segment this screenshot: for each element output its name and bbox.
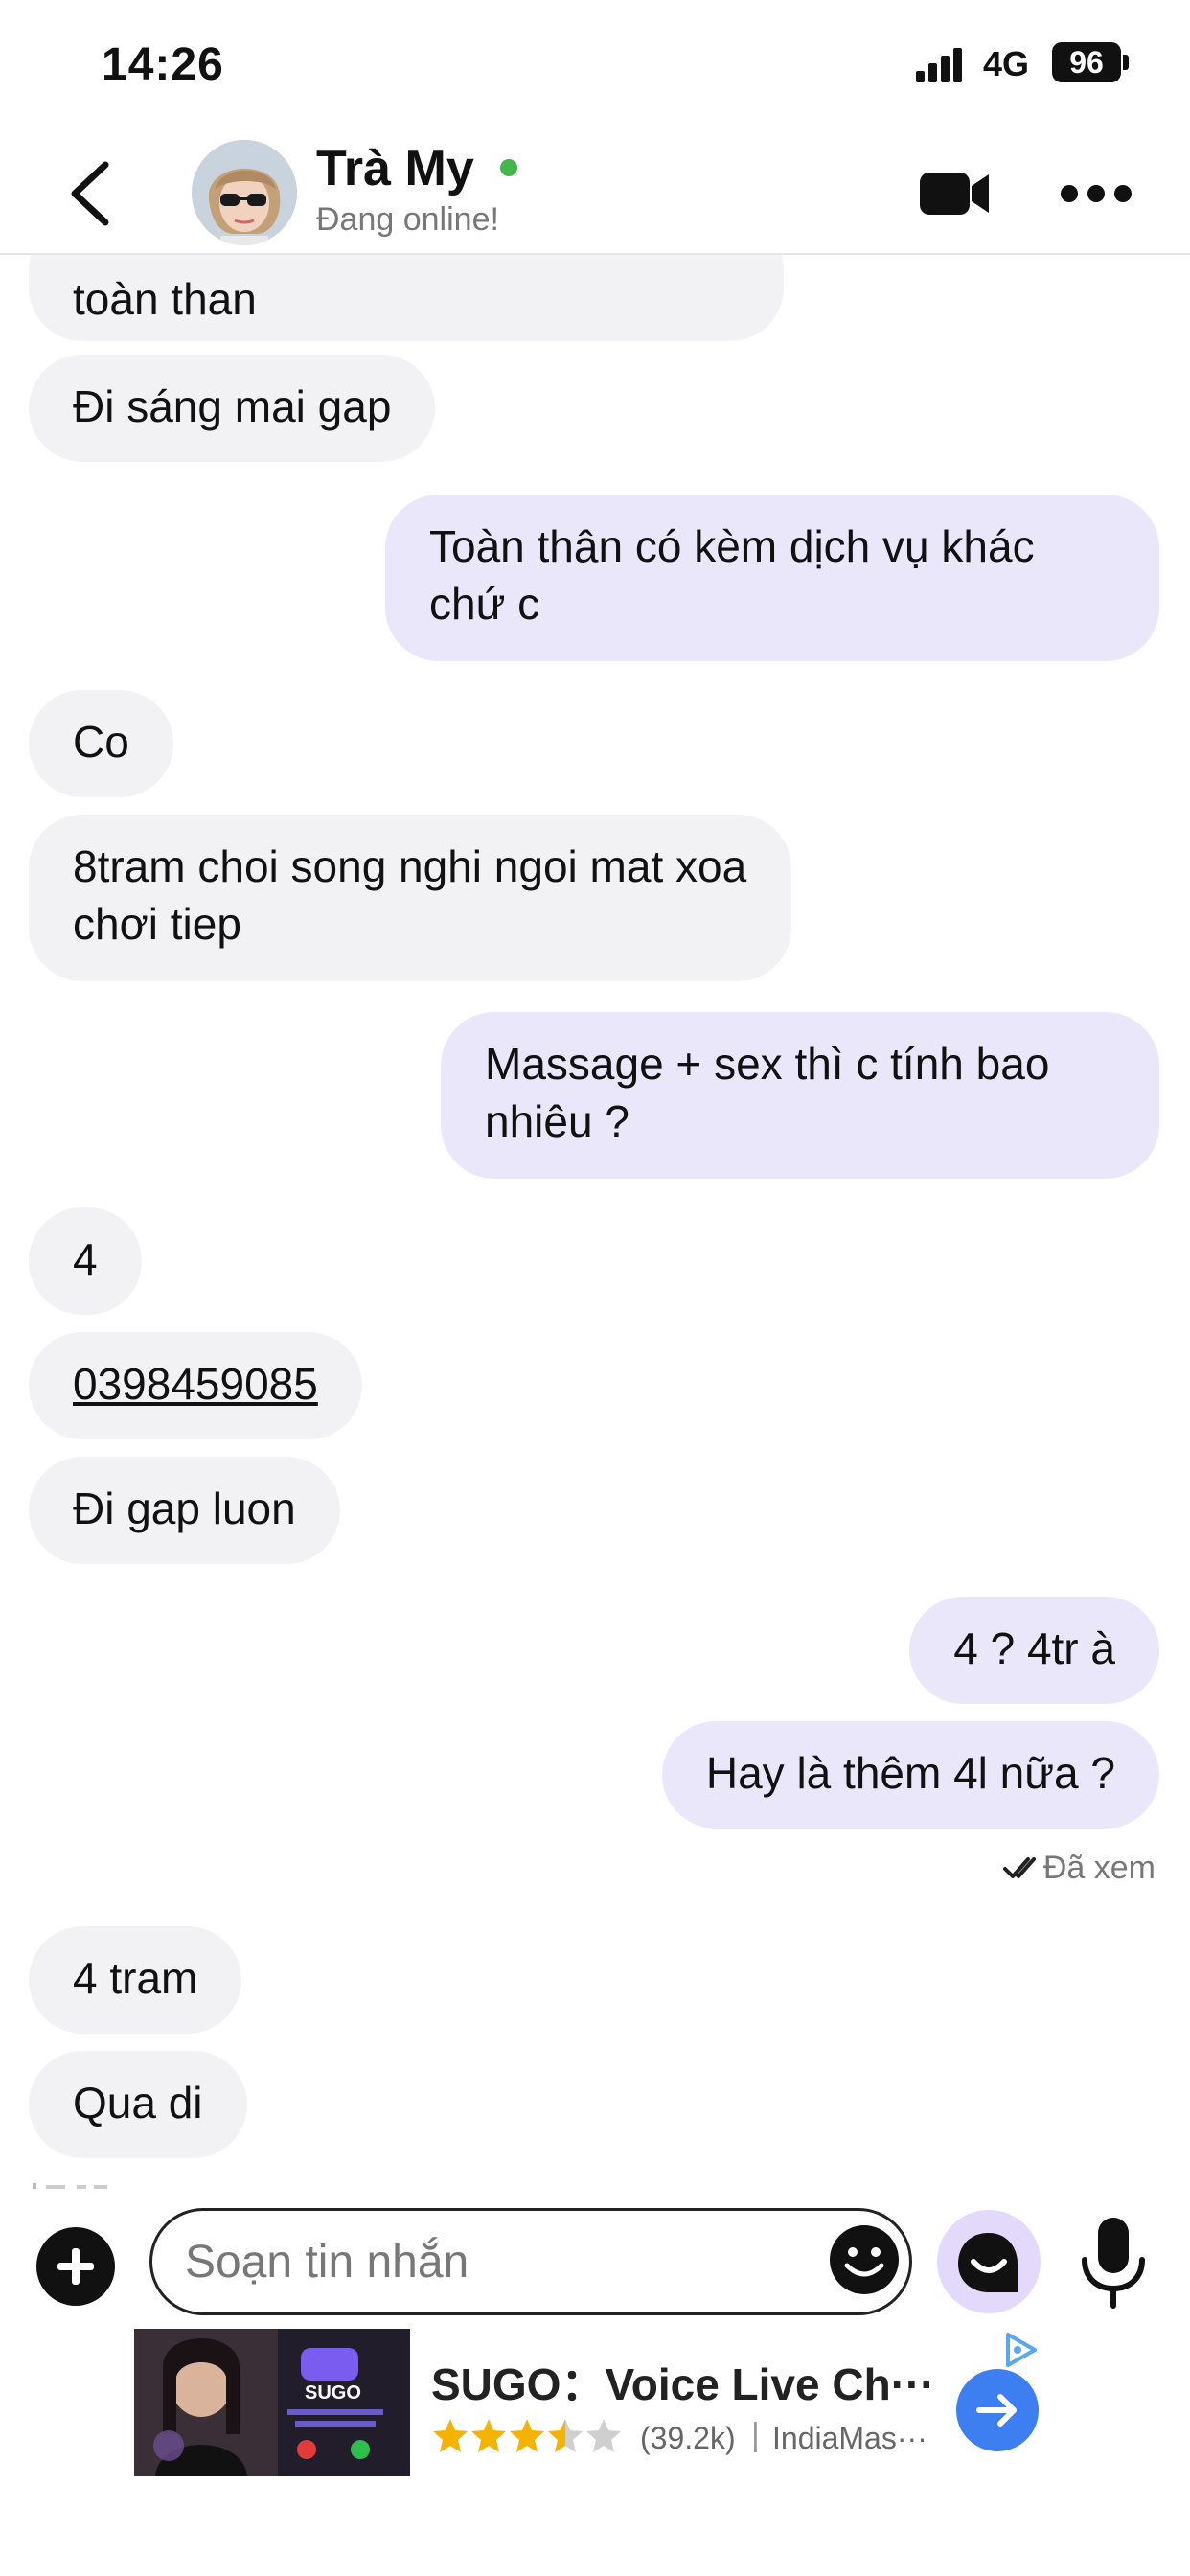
ad-title[interactable]: SUGO：Voice Live Ch··· — [431, 2350, 935, 2413]
seen-receipt: Đã xem — [1002, 1850, 1156, 1887]
ad-developer: IndiaMas··· — [772, 2421, 927, 2455]
ad-thumbnail[interactable]: SUGO — [134, 2329, 410, 2476]
cellular-signal-icon — [916, 48, 964, 82]
message-bubble-incoming[interactable]: 4 — [29, 1208, 142, 1315]
ad-thumbnail-image — [134, 2329, 410, 2476]
phone-number-link[interactable]: 0398459085 — [29, 1332, 362, 1439]
contact-status: Đang online! — [316, 201, 499, 238]
status-time: 14:26 — [102, 39, 224, 90]
more-horizontal-icon — [1061, 185, 1132, 202]
message-bubble-incoming[interactable]: 4 tram — [29, 1926, 242, 2034]
message-bubble-outgoing[interactable]: Hay là thêm 4l nữa ? — [661, 1721, 1159, 1828]
message-list[interactable]: toàn than Đi sáng mai gap Toàn thân có k… — [0, 255, 1190, 2189]
message-bubble-incoming[interactable]: toàn than — [29, 255, 784, 341]
double-check-icon — [1002, 1857, 1036, 1878]
sticker-icon — [958, 2233, 1018, 2292]
message-input[interactable] — [149, 2208, 912, 2315]
message-bubble-incoming[interactable]: Đi sáng mai gap — [29, 355, 436, 462]
microphone-icon — [1082, 2218, 1145, 2309]
message-bubble-incoming[interactable]: Co — [29, 690, 173, 797]
ad-thumbnail-label: SUGO — [305, 2382, 361, 2404]
back-button[interactable] — [57, 155, 125, 232]
message-bubble-incoming[interactable]: Đi gap luon — [29, 1457, 340, 1564]
network-type: 4G — [983, 44, 1030, 83]
video-camera-icon — [920, 172, 989, 215]
ad-banner[interactable]: SUGO SUGO：Voice Live Ch··· (39.2k) | Ind… — [134, 2329, 1054, 2476]
avatar-photo — [192, 140, 297, 245]
typing-indicator — [33, 2183, 107, 2189]
message-bubble-outgoing[interactable]: Toàn thân có kèm dịch vụ khác chứ c — [385, 494, 1159, 661]
battery-tip — [1123, 55, 1129, 70]
microphone-button[interactable] — [1077, 2214, 1150, 2310]
video-call-button[interactable] — [918, 165, 993, 222]
contact-name[interactable]: Trà My — [316, 140, 474, 197]
more-options-button[interactable] — [1058, 172, 1134, 215]
avatar[interactable] — [192, 140, 297, 245]
emoji-button[interactable] — [828, 2223, 901, 2296]
rating-stars-icon — [433, 2419, 621, 2452]
battery-icon: 96 — [1052, 42, 1121, 82]
status-bar: 14:26 4G 96 — [0, 0, 1190, 134]
message-bubble-incoming[interactable]: Qua di — [29, 2051, 247, 2158]
message-bubble-outgoing[interactable]: 4 ? 4tr à — [909, 1597, 1159, 1704]
ad-rating-count: (39.2k) — [640, 2421, 736, 2455]
ad-open-button[interactable] — [956, 2369, 1039, 2451]
add-attachment-button[interactable] — [36, 2227, 115, 2306]
ad-separator: | — [751, 2417, 760, 2453]
message-bubble-outgoing[interactable]: Massage + sex thì c tính bao nhiêu ? — [441, 1012, 1159, 1179]
message-composer — [0, 2189, 1190, 2329]
message-bubble-incoming[interactable]: 8tram choi song nghi ngoi mat xoa chơi t… — [29, 815, 791, 981]
online-indicator — [500, 159, 517, 176]
sticker-button[interactable] — [937, 2210, 1041, 2313]
chevron-left-icon — [71, 161, 109, 226]
smiley-icon — [830, 2225, 899, 2294]
seen-label: Đã xem — [1042, 1850, 1156, 1886]
ad-choices-icon[interactable] — [1002, 2331, 1041, 2369]
arrow-right-icon — [976, 2394, 1017, 2426]
chat-header: Trà My Đang online! — [0, 134, 1190, 255]
